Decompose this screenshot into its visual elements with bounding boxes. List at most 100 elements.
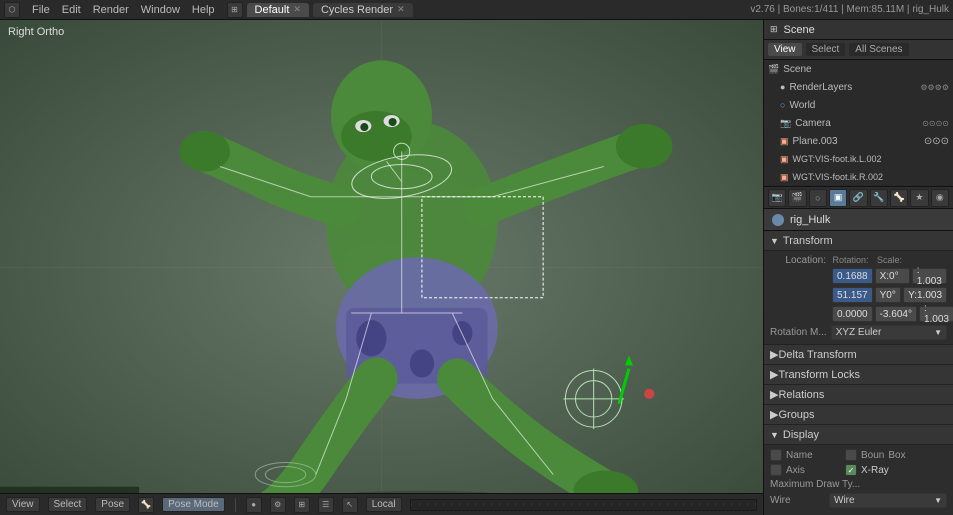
loc-y-field[interactable]: 51.157 — [832, 287, 873, 303]
separator1 — [235, 498, 236, 512]
rot-mode-dropdown[interactable]: XYZ Euler ▼ — [831, 325, 947, 340]
mesh-icon2: ▣ — [780, 154, 789, 165]
axis-checkbox[interactable] — [770, 464, 782, 476]
bone-icon[interactable]: ☰ — [318, 497, 334, 513]
display-label: Display — [783, 429, 819, 441]
tab-cycles[interactable]: Cycles Render ✕ — [313, 3, 413, 17]
scale-y-field[interactable]: Y:1.003 — [903, 287, 947, 303]
timeline-marks[interactable] — [410, 499, 757, 511]
delta-transform-header[interactable]: ▶ Delta Transform — [764, 345, 953, 365]
outliner: ⊞ Scene View Select All Scenes 🎬 Scene ●… — [764, 20, 953, 187]
transform-y-row: 51.157 Y 0° Y:1.003 — [770, 287, 947, 303]
blender-icon[interactable]: ⬡ — [4, 2, 20, 18]
relations-header[interactable]: ▶ Relations — [764, 385, 953, 405]
relations-label: Relations — [778, 389, 824, 401]
menu-help[interactable]: Help — [192, 4, 215, 16]
display-arrow: ▼ — [770, 430, 779, 440]
pose-mode-btn[interactable]: Pose Mode — [162, 497, 225, 512]
select-menu-btn[interactable]: Select — [48, 497, 88, 512]
rot-x-label: X: — [880, 271, 889, 282]
outliner-item-camera[interactable]: 📷 Camera ⊙⊙⊙⊙ — [764, 114, 953, 132]
world-props-btn[interactable]: ○ — [809, 189, 827, 207]
tab-bar: ⊞ Default ✕ Cycles Render ✕ — [227, 2, 413, 18]
axis-label: Axis — [786, 465, 841, 476]
right-panel: ⊞ Scene View Select All Scenes 🎬 Scene ●… — [763, 20, 953, 515]
scale-x-field[interactable]: : 1.003 — [912, 268, 947, 284]
outliner-item-wgt-r[interactable]: ▣ WGT:VIS-foot.ik.R.002 — [764, 168, 953, 186]
outliner-item-plane003[interactable]: ▣ Plane.003 ⊙⊙⊙ — [764, 132, 953, 150]
outliner-item-scene[interactable]: 🎬 Scene — [764, 60, 953, 78]
tab-default[interactable]: Default ✕ — [247, 3, 309, 17]
xray-label: X-Ray — [861, 465, 889, 476]
name-label: Name — [786, 450, 841, 461]
outliner-item-renderlayers[interactable]: ● RenderLayers ⚙⚙⚙⚙ — [764, 78, 953, 96]
pose-icon[interactable]: 🦴 — [138, 497, 154, 513]
modifier-props-btn[interactable]: 🔧 — [870, 189, 888, 207]
cursor-icon[interactable]: ↖ — [342, 497, 358, 513]
transform-label: Transform — [783, 235, 833, 247]
viewport[interactable]: Right Ortho — [0, 20, 763, 515]
name-checkbox[interactable] — [770, 449, 782, 461]
menu-file[interactable]: File — [32, 4, 50, 16]
bounds-checkbox[interactable] — [845, 449, 857, 461]
mesh-icon1: ▣ — [780, 136, 789, 147]
scene-props-btn[interactable]: 🎬 — [788, 189, 806, 207]
wire-dropdown[interactable]: Wire ▼ — [829, 493, 947, 508]
object-name-bar: rig_Hulk — [764, 209, 953, 231]
props-toolbar: 📷 🎬 ○ ▣ 🔗 🔧 🦴 ★ ◉ — [764, 187, 953, 209]
transform-section-header[interactable]: ▼ Transform — [764, 231, 953, 251]
settings-icon[interactable]: ⚙ — [270, 497, 286, 513]
scale-z-field[interactable]: : 1.003 — [919, 306, 953, 322]
display-axis-row: Axis ✓ X-Ray — [770, 464, 947, 476]
groups-header[interactable]: ▶ Groups — [764, 405, 953, 425]
display-name-row: Name Boun Box — [770, 449, 947, 461]
rot-y-val[interactable]: 0° — [886, 290, 896, 301]
hulk-scene — [0, 20, 763, 515]
outliner-header: ⊞ Scene — [764, 20, 953, 40]
tab-close-icon[interactable]: ✕ — [293, 4, 301, 15]
groups-arrow: ▶ — [770, 408, 778, 421]
menu-window[interactable]: Window — [141, 4, 180, 16]
render-props-btn[interactable]: 📷 — [768, 189, 786, 207]
transform-locks-header[interactable]: ▶ Transform Locks — [764, 365, 953, 385]
bone-props-btn[interactable]: ★ — [910, 189, 928, 207]
renderlayer-icons: ⚙⚙⚙⚙ — [920, 82, 949, 93]
loc-z-field[interactable]: 0.0000 — [832, 306, 873, 322]
delta-arrow: ▶ — [770, 348, 778, 361]
outliner-item-wgt-l[interactable]: ▣ WGT:VIS-foot.ik.L.002 — [764, 150, 953, 168]
material-props-btn[interactable]: ◉ — [931, 189, 949, 207]
outliner-view-tab[interactable]: View — [768, 43, 802, 56]
transform-section-content: Location: Rotation: Scale: 0.1688 X: 0° … — [764, 251, 953, 345]
constraint-props-btn[interactable]: 🔗 — [849, 189, 867, 207]
layout-icon[interactable]: ⊞ — [227, 2, 243, 18]
rot-mode-val: XYZ Euler — [836, 327, 882, 338]
outliner-search-bar: View Select All Scenes — [764, 40, 953, 60]
tab-close-icon2[interactable]: ✕ — [397, 4, 405, 15]
object-name[interactable]: rig_Hulk — [790, 214, 830, 226]
camera-icon: 📷 — [780, 118, 791, 129]
outliner-title: Scene — [784, 24, 815, 36]
version-info: v2.76 | Bones:1/411 | Mem:85.11M | rig_H… — [750, 4, 949, 15]
outliner-allscenes-tab[interactable]: All Scenes — [849, 43, 908, 56]
rot-y-field: Y 0° — [875, 287, 901, 303]
xray-checkbox[interactable]: ✓ — [845, 464, 857, 476]
rot-x-val[interactable]: 0° — [889, 271, 899, 282]
camera-icons: ⊙⊙⊙⊙ — [922, 118, 949, 129]
dot-icon[interactable]: ● — [246, 497, 262, 513]
view-menu-btn[interactable]: View — [6, 497, 40, 512]
menu-render[interactable]: Render — [93, 4, 129, 16]
rot-z-field[interactable]: -3.604° — [875, 306, 917, 322]
pose-menu-btn[interactable]: Pose — [95, 497, 130, 512]
local-btn[interactable]: Local — [366, 497, 402, 512]
timeline-bar — [411, 503, 756, 506]
display-section-content: Name Boun Box Axis ✓ X-Ray Maximum Draw … — [764, 445, 953, 515]
display-section-header[interactable]: ▼ Display — [764, 425, 953, 445]
rot-y-label: Y — [880, 290, 887, 301]
grid-icon[interactable]: ⊞ — [294, 497, 310, 513]
outliner-select-tab[interactable]: Select — [806, 43, 846, 56]
object-props-btn[interactable]: ▣ — [829, 189, 847, 207]
outliner-item-world[interactable]: ○ World — [764, 96, 953, 114]
data-props-btn[interactable]: 🦴 — [890, 189, 908, 207]
menu-edit[interactable]: Edit — [62, 4, 81, 16]
loc-x-field[interactable]: 0.1688 — [832, 268, 873, 284]
